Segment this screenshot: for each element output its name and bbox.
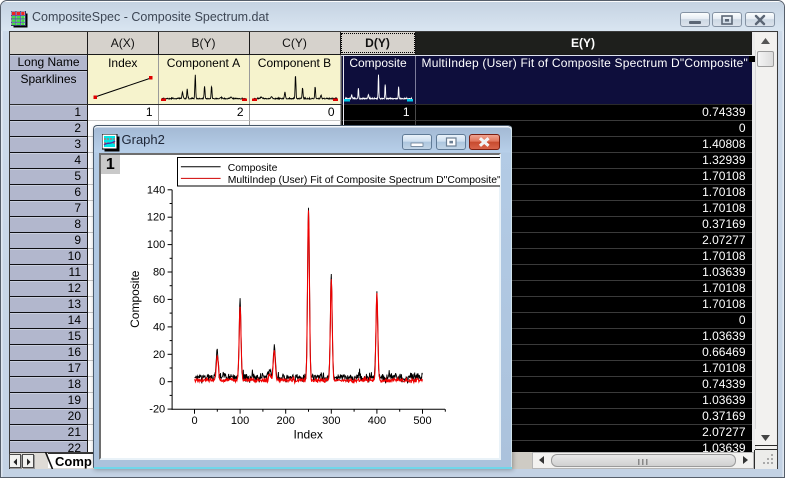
svg-text:0: 0 <box>159 376 165 388</box>
svg-text:Composite: Composite <box>128 270 142 328</box>
svg-text:200: 200 <box>276 415 294 427</box>
svg-text:80: 80 <box>153 267 165 279</box>
svg-text:100: 100 <box>147 239 165 251</box>
svg-text:120: 120 <box>147 212 165 224</box>
svg-text:140: 140 <box>147 185 165 197</box>
svg-text:0: 0 <box>191 415 197 427</box>
svg-text:500: 500 <box>413 415 431 427</box>
svg-text:60: 60 <box>153 294 165 306</box>
svg-text:400: 400 <box>368 415 386 427</box>
svg-text:100: 100 <box>231 415 249 427</box>
svg-text:40: 40 <box>153 322 165 334</box>
svg-text:Index: Index <box>293 428 322 442</box>
svg-text:MultiIndep (User) Fit of Compo: MultiIndep (User) Fit of Composite Spect… <box>227 175 499 186</box>
svg-text:Composite: Composite <box>227 163 277 174</box>
svg-text:20: 20 <box>153 349 165 361</box>
svg-text:-20: -20 <box>149 404 165 416</box>
svg-text:300: 300 <box>322 415 340 427</box>
